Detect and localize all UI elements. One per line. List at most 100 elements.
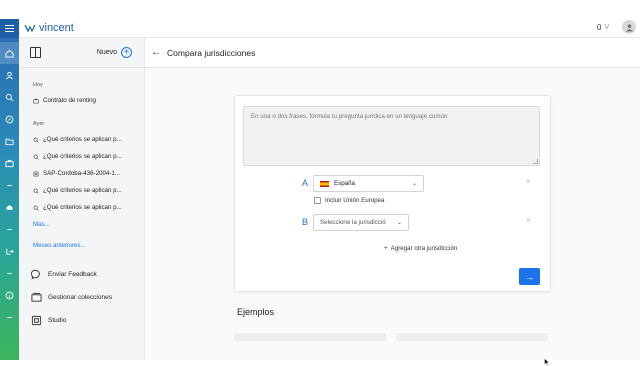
clear-a-icon[interactable]: × [526,177,531,186]
credits-indicator[interactable]: 0 V [597,23,609,32]
users-icon [6,71,13,79]
panel-bottom-links: Enviar Feedback Gestionar colecciones St… [19,263,145,332]
spain-flag-icon [320,180,329,187]
info-icon [5,291,14,299]
search-icon [33,154,39,160]
brand-name: vincent [39,22,74,34]
new-button[interactable]: Nuevo + [97,47,132,58]
folder-icon [5,138,14,145]
feedback-button[interactable]: Enviar Feedback [19,263,145,286]
brand-logo[interactable]: vincent [24,22,74,34]
studio-button[interactable]: Studio [19,309,145,332]
checkbox-box[interactable] [314,197,321,204]
studio-label: Studio [48,317,67,324]
list-item[interactable]: ¿Qué criterios se aplican p... [19,182,144,199]
jurisdiction-a-letter: A [302,178,309,188]
left-rail [0,38,19,360]
search-icon [33,137,39,143]
group-label-yesterday: Ayer [33,121,45,127]
divider-icon [7,228,12,230]
list-item-label: ¿Qué criterios se aplican p... [43,187,122,194]
group-label-today: Hoy [33,82,43,88]
user-icon [625,23,633,32]
list-item[interactable]: ¿Qué criterios se aplican p... [19,199,144,216]
divider-icon [7,272,12,274]
manage-collections-label: Gestionar colecciones [48,294,112,301]
chevron-down-icon: ⌄ [396,220,402,226]
list-item[interactable]: Contrato de renting [19,92,144,109]
menu-icon[interactable] [0,19,19,38]
credits-value: 0 [597,23,602,32]
rail-info[interactable] [0,284,19,306]
export-icon [6,248,14,255]
top-bar: vincent 0 V [0,0,640,38]
list-item-label: ¿Qué criterios se aplican p... [43,204,122,211]
history-panel: Nuevo + Hoy Contrato de renting Ayer ¿Qu… [19,38,145,360]
briefcase-icon [5,159,14,167]
compare-form-card: En una o dos frases, formula tu pregunta… [234,95,551,292]
submit-button[interactable]: → [519,268,540,285]
rail-search[interactable] [0,86,19,108]
list-item[interactable]: SAP-Cordoba-436-2004-1... [19,165,144,182]
chevron-down-icon: ⌄ [411,181,417,187]
search-icon [33,188,39,194]
rail-users[interactable] [0,64,19,86]
plus-icon: + [121,47,132,58]
credits-unit: V [604,24,610,31]
back-arrow-icon[interactable]: ← [151,47,161,58]
rail-divider-4 [0,306,19,328]
mouse-cursor-icon [544,358,550,366]
previous-months-link[interactable]: Meses anteriores... [19,228,144,249]
manage-collections-button[interactable]: Gestionar colecciones [19,286,145,309]
jurisdiction-a-value: España [334,180,355,187]
jurisdiction-b-placeholder: Seleccione la jurisdicció [320,219,386,226]
feedback-label: Enviar Feedback [48,271,97,278]
avatar[interactable] [622,20,636,34]
compass-icon [5,115,14,123]
divider-icon [7,316,12,318]
collections-icon [31,292,42,302]
jurisdiction-b-letter: B [302,217,309,227]
chat-bubble-icon [31,269,40,280]
rail-divider-1 [0,174,19,196]
plus-icon: + [384,245,388,252]
document-icon [33,171,39,176]
include-eu-checkbox[interactable]: Incluir Unión Europea [314,197,385,204]
add-jurisdiction-button[interactable]: + Agregar otra jurisdicción [384,245,457,252]
rail-divider-3 [0,262,19,284]
jurisdiction-a-select[interactable]: España ⌄ [313,175,424,192]
briefcase-icon [33,98,39,103]
example-card[interactable] [396,333,548,341]
rail-briefcase[interactable] [0,152,19,174]
rail-folder[interactable] [0,130,19,152]
panel-header: Nuevo + [19,38,144,68]
cloud-icon [6,204,13,210]
search-icon [33,205,39,211]
resize-handle-icon[interactable] [533,159,538,164]
example-card[interactable] [234,333,386,341]
question-placeholder: En una o dos frases, formula tu pregunta… [251,113,448,120]
clear-b-icon[interactable]: × [526,216,531,225]
examples-title: Ejemplos [237,307,275,317]
list-item[interactable]: ¿Qué criterios se aplican p... [19,131,144,148]
vincent-logo-icon [24,24,36,33]
divider-icon [7,184,12,186]
rail-export[interactable] [0,240,19,262]
home-icon [5,49,14,58]
more-link[interactable]: Más... [19,216,144,228]
main-header: ← Compara jurisdicciones [145,38,640,68]
book-icon[interactable] [30,47,41,58]
rail-divider-2 [0,218,19,240]
jurisdiction-b-select[interactable]: Seleccione la jurisdicció ⌄ [313,214,409,231]
list-item[interactable]: ¿Qué criterios se aplican p... [19,148,144,165]
question-textarea[interactable]: En una o dos frases, formula tu pregunta… [243,106,540,166]
rail-cloud[interactable] [0,196,19,218]
main-content: ← Compara jurisdicciones En una o dos fr… [145,38,640,366]
page-title: Compara jurisdicciones [167,47,256,58]
studio-icon [31,315,42,326]
rail-compass[interactable] [0,108,19,130]
search-icon [5,93,14,101]
list-item-label: ¿Qué criterios se aplican p... [43,153,122,160]
list-item-label: ¿Qué criterios se aplican p... [43,136,122,143]
rail-home[interactable] [0,42,19,64]
